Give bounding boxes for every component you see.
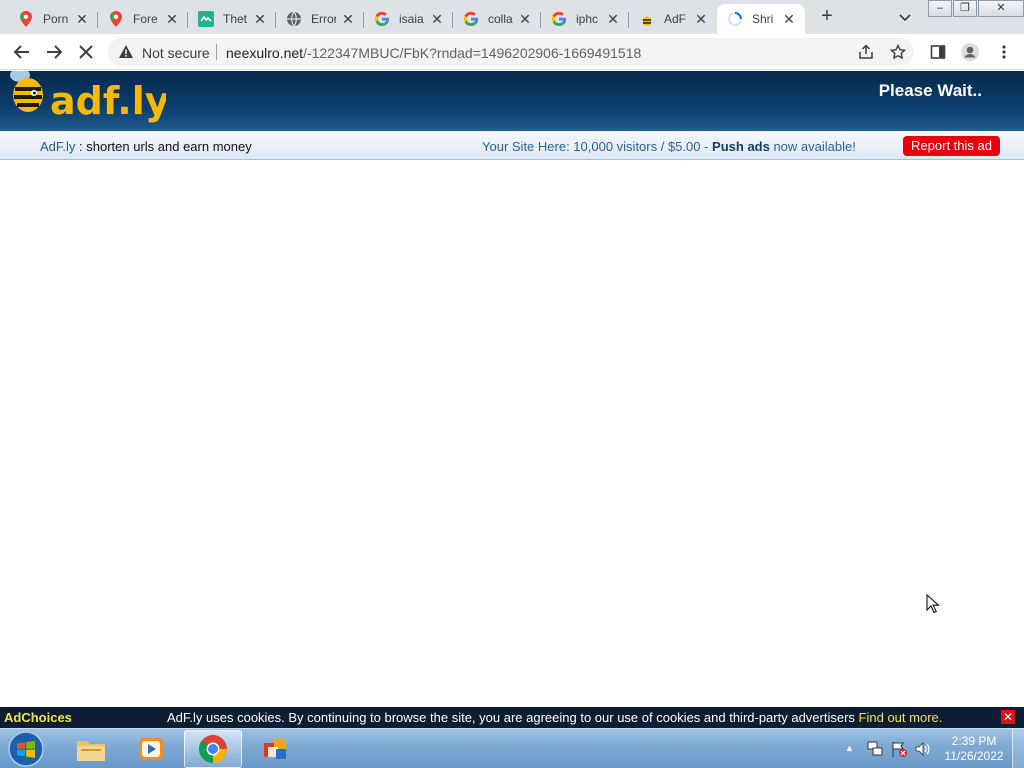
url-text[interactable]: neexulro.net/-122347MBUC/FbK?rndad=14962… <box>226 45 641 61</box>
office-icon[interactable] <box>246 730 304 768</box>
tab-title: colla <box>488 12 513 26</box>
share-icon[interactable] <box>856 42 876 62</box>
cookie-consent-bar: AdChoices AdF.ly uses cookies. By contin… <box>0 707 1024 728</box>
google-icon <box>551 11 567 27</box>
media-player-icon[interactable] <box>122 730 180 768</box>
new-tab-button[interactable]: + <box>814 6 840 28</box>
tab-thet[interactable]: Thet ✕ <box>188 4 276 34</box>
volume-icon[interactable] <box>914 740 932 758</box>
address-bar[interactable]: Not secure neexulro.net/-122347MBUC/FbK?… <box>108 38 914 66</box>
tab-close-icon[interactable]: ✕ <box>340 11 356 27</box>
tab-title: Fore <box>133 12 158 26</box>
minimize-icon[interactable]: – <box>928 0 952 17</box>
clock-time: 2:39 PM <box>951 734 997 748</box>
tagline-text: : shorten urls and earn money <box>75 139 252 154</box>
tab-title: iphc <box>576 12 599 26</box>
tagline: AdF.ly : shorten urls and earn money <box>40 139 252 154</box>
google-icon <box>463 11 479 27</box>
tab-title: Error <box>311 12 336 26</box>
screen: Porn ✕ Fore ✕ Thet ✕ Error ✕ isaia ✕ col… <box>0 0 1024 768</box>
url-host: neexulro.net <box>226 45 304 61</box>
menu-kebab-icon[interactable] <box>994 42 1014 62</box>
window-close-icon[interactable]: ✕ <box>978 0 1024 17</box>
please-wait-status: Please Wait.. <box>878 81 982 100</box>
tab-close-icon[interactable]: ✕ <box>429 11 445 27</box>
tray-expand-icon[interactable]: ▲ <box>845 743 855 753</box>
browser-toolbar: Not secure neexulro.net/-122347MBUC/FbK?… <box>0 34 1024 70</box>
address-divider <box>216 44 217 60</box>
tab-error[interactable]: Error ✕ <box>276 4 364 34</box>
tab-close-icon[interactable]: ✕ <box>605 11 621 27</box>
cookie-notice-text: AdF.ly uses cookies. By continuing to br… <box>167 710 859 725</box>
tab-title: AdF <box>664 12 687 26</box>
loading-spinner-icon <box>727 11 743 27</box>
cookie-close-icon[interactable]: ✕ <box>1001 710 1015 724</box>
adfly-logo[interactable]: adf.ly <box>6 68 170 129</box>
show-desktop-button[interactable] <box>1012 729 1024 768</box>
adfly-home-link[interactable]: AdF.ly <box>40 139 75 154</box>
windows-taskbar: ▲ 2:39 PM 11/26/2022 <box>0 728 1024 768</box>
google-icon <box>374 11 390 27</box>
tab-close-icon[interactable]: ✕ <box>517 11 533 27</box>
tab-close-icon[interactable]: ✕ <box>252 11 268 27</box>
tab-close-icon[interactable]: ✕ <box>164 11 180 27</box>
stop-loading-icon[interactable] <box>76 42 96 62</box>
tab-shri-active[interactable]: Shri ✕ <box>717 4 805 34</box>
forward-arrow-icon[interactable] <box>44 42 64 62</box>
tab-fore[interactable]: Fore ✕ <box>98 4 188 34</box>
system-clock[interactable]: 2:39 PM 11/26/2022 <box>940 734 1008 764</box>
network-icon[interactable] <box>866 740 884 758</box>
tab-strip: Porn ✕ Fore ✕ Thet ✕ Error ✕ isaia ✕ col… <box>0 0 1024 34</box>
tab-title: Porn <box>43 12 69 26</box>
tab-iphc[interactable]: iphc ✕ <box>541 4 629 34</box>
site-green-icon <box>198 11 214 27</box>
side-panel-icon[interactable] <box>928 42 948 62</box>
security-status-label[interactable]: Not secure <box>142 45 210 61</box>
window-controls: – ❐ ✕ <box>928 0 1024 17</box>
maps-pin-icon <box>108 11 124 27</box>
file-explorer-icon[interactable] <box>62 730 120 768</box>
url-path: /-122347MBUC/FbK?rndad=1496202906-166949… <box>303 45 642 61</box>
maps-pin-icon <box>18 11 34 27</box>
tab-isaia[interactable]: isaia ✕ <box>364 4 453 34</box>
warning-triangle-icon[interactable] <box>118 44 134 60</box>
promo-link[interactable]: Your Site Here: 10,000 visitors / $5.00 … <box>482 139 856 154</box>
page-content-area <box>0 160 1024 707</box>
promo-prefix: Your Site Here: 10,000 visitors / $5.00 … <box>482 139 713 154</box>
back-arrow-icon[interactable] <box>12 42 32 62</box>
clock-date: 11/26/2022 <box>944 749 1004 763</box>
tab-search-chevron-icon[interactable] <box>896 8 914 26</box>
tab-close-icon[interactable]: ✕ <box>74 11 90 27</box>
find-out-more-link[interactable]: Find out more. <box>859 710 943 725</box>
action-center-flag-icon[interactable] <box>890 740 908 758</box>
mouse-pointer-icon <box>926 593 940 614</box>
tab-close-icon[interactable]: ✕ <box>693 11 709 27</box>
cookie-notice: AdF.ly uses cookies. By continuing to br… <box>167 710 942 725</box>
tab-title: isaia <box>399 12 424 26</box>
adfly-bee-icon <box>639 11 655 27</box>
restore-icon[interactable]: ❐ <box>953 0 977 17</box>
profile-avatar-icon[interactable] <box>960 42 980 62</box>
bookmark-star-icon[interactable] <box>888 42 908 62</box>
adfly-header: adf.ly Please Wait.. <box>0 68 1024 131</box>
report-ad-button[interactable]: Report this ad <box>903 136 1000 156</box>
start-button-icon[interactable] <box>6 730 46 768</box>
tab-adfly[interactable]: AdF ✕ <box>629 4 717 34</box>
tab-title: Shri <box>752 12 774 26</box>
globe-icon <box>286 11 302 27</box>
chrome-icon[interactable] <box>184 730 242 768</box>
adchoices-link[interactable]: AdChoices <box>4 710 72 725</box>
info-bar: AdF.ly : shorten urls and earn money You… <box>0 131 1024 160</box>
tab-porn[interactable]: Porn ✕ <box>8 4 98 34</box>
promo-suffix: now available! <box>769 139 856 154</box>
promo-push-ads: Push ads <box>712 139 770 154</box>
tab-colla[interactable]: colla ✕ <box>453 4 541 34</box>
tab-title: Thet <box>223 12 248 26</box>
logo-text: adf.ly <box>50 79 166 123</box>
tab-close-icon[interactable]: ✕ <box>781 11 797 27</box>
